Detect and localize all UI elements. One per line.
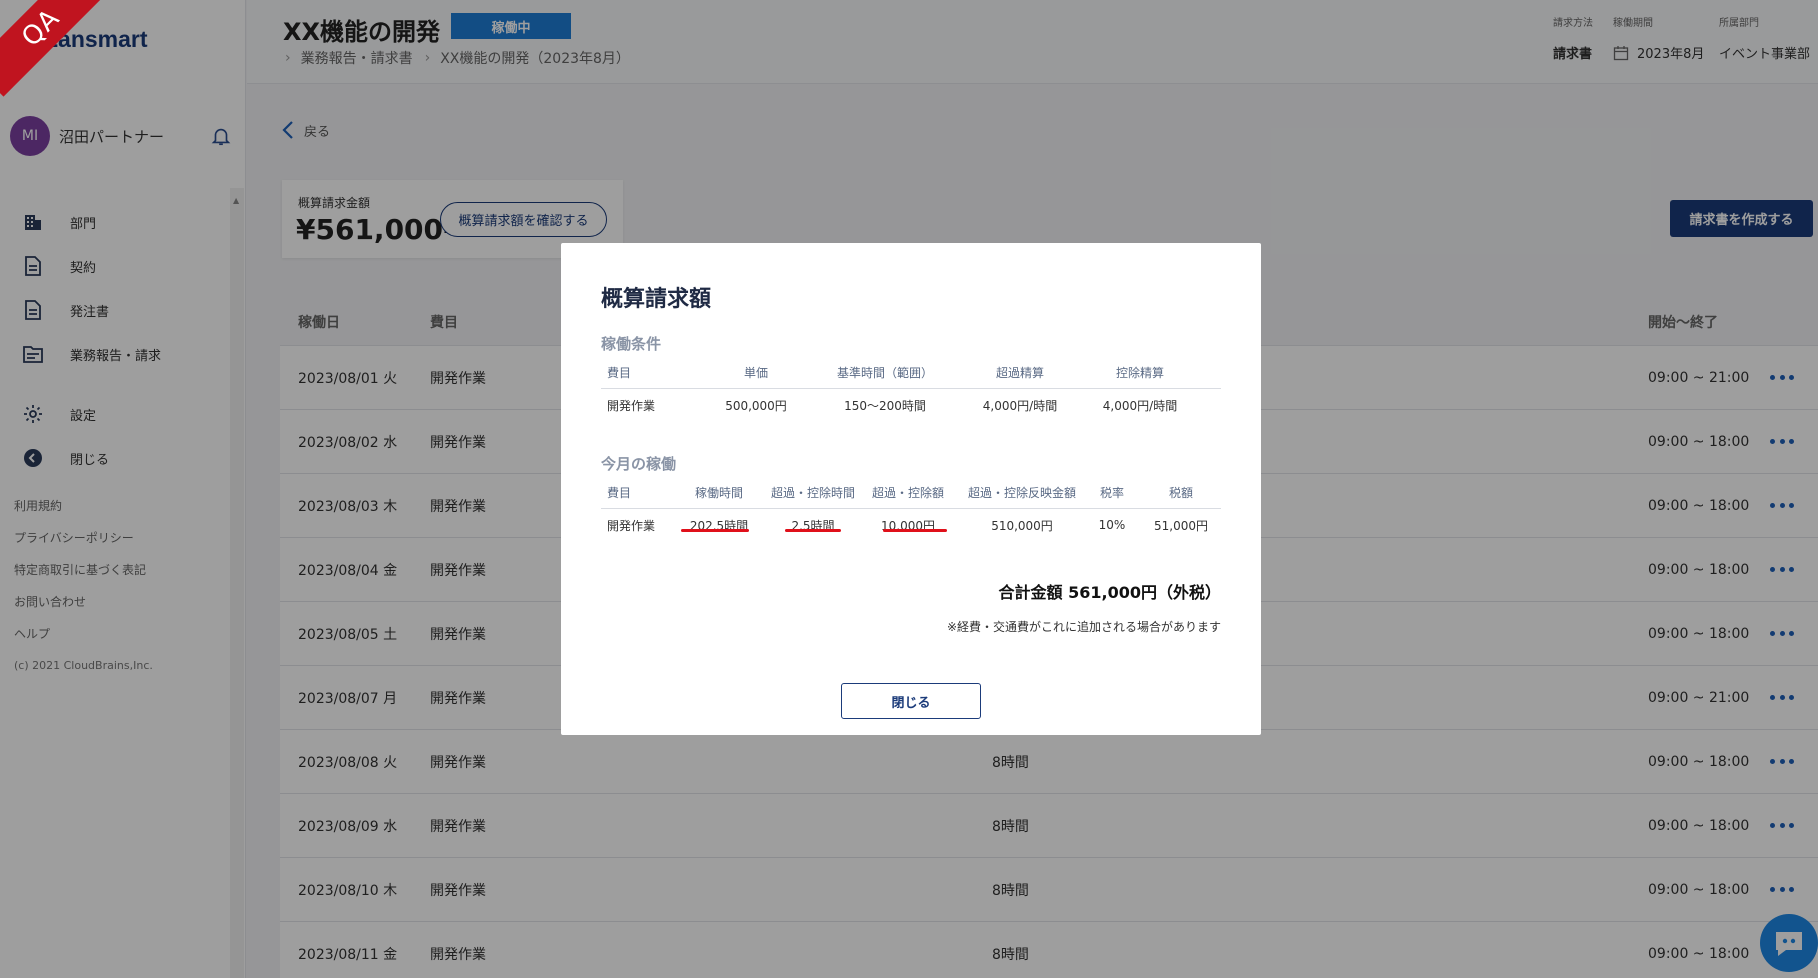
col-adj-total: 超過・控除反映金額: [967, 486, 1076, 500]
col-item: 費目: [607, 366, 632, 380]
cell-base-hours: 150〜200時間: [844, 398, 926, 413]
cell-item: 開発作業: [607, 518, 656, 533]
conditions-header-row: 費目 単価 基準時間（範囲） 超過精算 控除精算: [601, 357, 1221, 389]
total-amount: 合計金額 561,000円（外税）: [998, 583, 1221, 602]
estimate-modal: 概算請求額 稼働条件 費目 単価 基準時間（範囲） 超過精算 控除精算 開発作業…: [561, 243, 1261, 735]
conditions-row: 開発作業 500,000円 150〜200時間 4,000円/時間 4,000円…: [601, 389, 1221, 421]
cell-item: 開発作業: [607, 398, 656, 413]
col-deduction: 控除精算: [1115, 366, 1164, 380]
cell-adj-total: 510,000円: [991, 518, 1053, 533]
col-adj-hours: 超過・控除時間: [770, 486, 855, 500]
close-button[interactable]: 閉じる: [841, 683, 981, 719]
cell-overtime: 4,000円/時間: [982, 398, 1058, 413]
highlight-underline: [883, 529, 947, 532]
month-title: 今月の稼働: [601, 455, 677, 473]
cell-tax-amount: 51,000円: [1154, 518, 1208, 533]
highlight-underline: [785, 529, 841, 532]
conditions-table: 費目 単価 基準時間（範囲） 超過精算 控除精算 開発作業 500,000円 1…: [601, 357, 1221, 421]
cell-unit-price: 500,000円: [725, 398, 787, 413]
modal-title: 概算請求額: [601, 287, 712, 312]
highlight-underline: [681, 529, 749, 532]
cell-tax-rate: 10%: [1098, 518, 1126, 532]
col-tax-rate: 税率: [1099, 486, 1124, 500]
col-overtime: 超過精算: [995, 366, 1044, 380]
col-adj-amount: 超過・控除額: [871, 486, 944, 500]
cell-deduction: 4,000円/時間: [1102, 398, 1178, 413]
conditions-title: 稼働条件: [601, 335, 662, 353]
col-tax-amount: 税額: [1168, 486, 1193, 500]
month-row: 開発作業 202.5時間 2.5時間 10,000円 510,000円 10% …: [601, 509, 1221, 541]
col-base-hours: 基準時間（範囲）: [836, 366, 933, 380]
expense-note: ※経費・交通費がこれに追加される場合があります: [946, 620, 1221, 634]
col-work-hours: 稼働時間: [694, 486, 743, 500]
col-item: 費目: [607, 486, 632, 500]
month-header-row: 費目 稼働時間 超過・控除時間 超過・控除額 超過・控除反映金額 税率 税額: [601, 477, 1221, 509]
col-unit-price: 単価: [743, 366, 768, 380]
